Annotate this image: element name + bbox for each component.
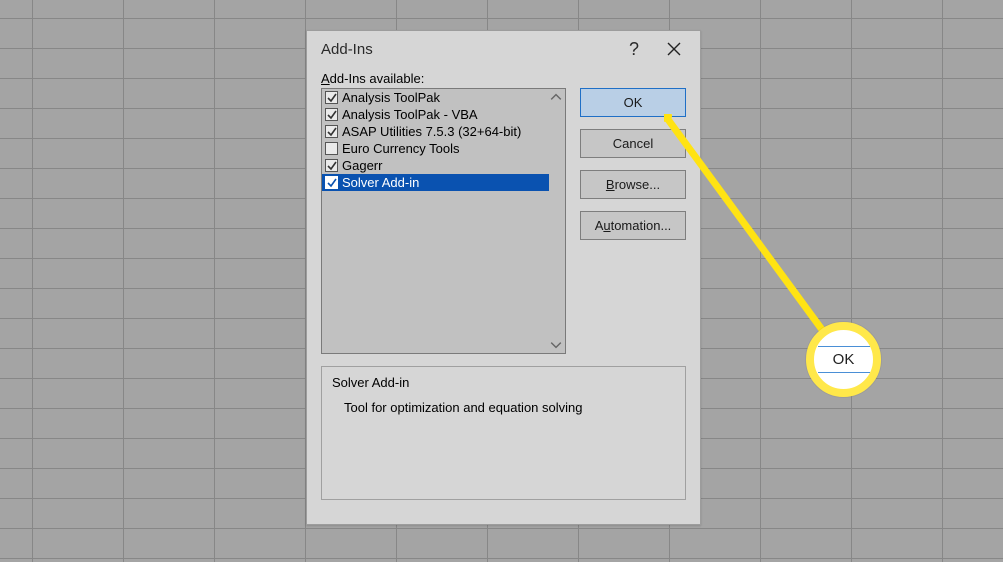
browse-button[interactable]: Browse...: [580, 170, 686, 199]
description-box: Solver Add-in Tool for optimization and …: [321, 366, 686, 500]
description-text: Tool for optimization and equation solvi…: [332, 400, 675, 415]
addin-list-item[interactable]: Gagerr: [322, 157, 549, 174]
addin-checkbox[interactable]: [325, 108, 338, 121]
close-button[interactable]: [654, 34, 694, 64]
addin-checkbox[interactable]: [325, 142, 338, 155]
addin-label: Gagerr: [342, 157, 382, 174]
button-column: OK Cancel Browse... Automation...: [580, 88, 686, 354]
annotation-callout: OK: [806, 322, 881, 397]
spreadsheet-grid: Add-Ins ? Add-Ins available: Analysis To…: [0, 0, 1003, 562]
cancel-button[interactable]: Cancel: [580, 129, 686, 158]
ok-button[interactable]: OK: [580, 88, 686, 117]
addin-checkbox[interactable]: [325, 159, 338, 172]
addins-listbox[interactable]: Analysis ToolPakAnalysis ToolPak - VBAAS…: [321, 88, 566, 354]
automation-button[interactable]: Automation...: [580, 211, 686, 240]
addin-list-item[interactable]: Analysis ToolPak - VBA: [322, 106, 549, 123]
scroll-up-icon: [550, 91, 562, 103]
addin-label: ASAP Utilities 7.5.3 (32+64-bit): [342, 123, 521, 140]
addins-dialog: Add-Ins ? Add-Ins available: Analysis To…: [306, 30, 701, 525]
help-button[interactable]: ?: [614, 34, 654, 64]
addin-label: Analysis ToolPak: [342, 89, 440, 106]
scroll-down-icon: [550, 339, 562, 351]
addin-checkbox[interactable]: [325, 176, 338, 189]
list-label: Add-Ins available:: [321, 71, 686, 86]
addin-list-item[interactable]: Euro Currency Tools: [322, 140, 549, 157]
addin-list-item[interactable]: ASAP Utilities 7.5.3 (32+64-bit): [322, 123, 549, 140]
dialog-titlebar: Add-Ins ?: [307, 31, 700, 67]
addin-label: Analysis ToolPak - VBA: [342, 106, 478, 123]
annotation-label: OK: [818, 346, 870, 373]
addin-checkbox[interactable]: [325, 91, 338, 104]
addin-list-item[interactable]: Solver Add-in: [322, 174, 549, 191]
addin-label: Euro Currency Tools: [342, 140, 460, 157]
close-icon: [667, 42, 681, 56]
description-title: Solver Add-in: [332, 375, 675, 390]
dialog-title: Add-Ins: [321, 41, 614, 58]
addin-label: Solver Add-in: [342, 174, 419, 191]
dialog-content: Add-Ins available: Analysis ToolPakAnaly…: [307, 67, 700, 510]
addin-list-item[interactable]: Analysis ToolPak: [322, 89, 549, 106]
addin-checkbox[interactable]: [325, 125, 338, 138]
